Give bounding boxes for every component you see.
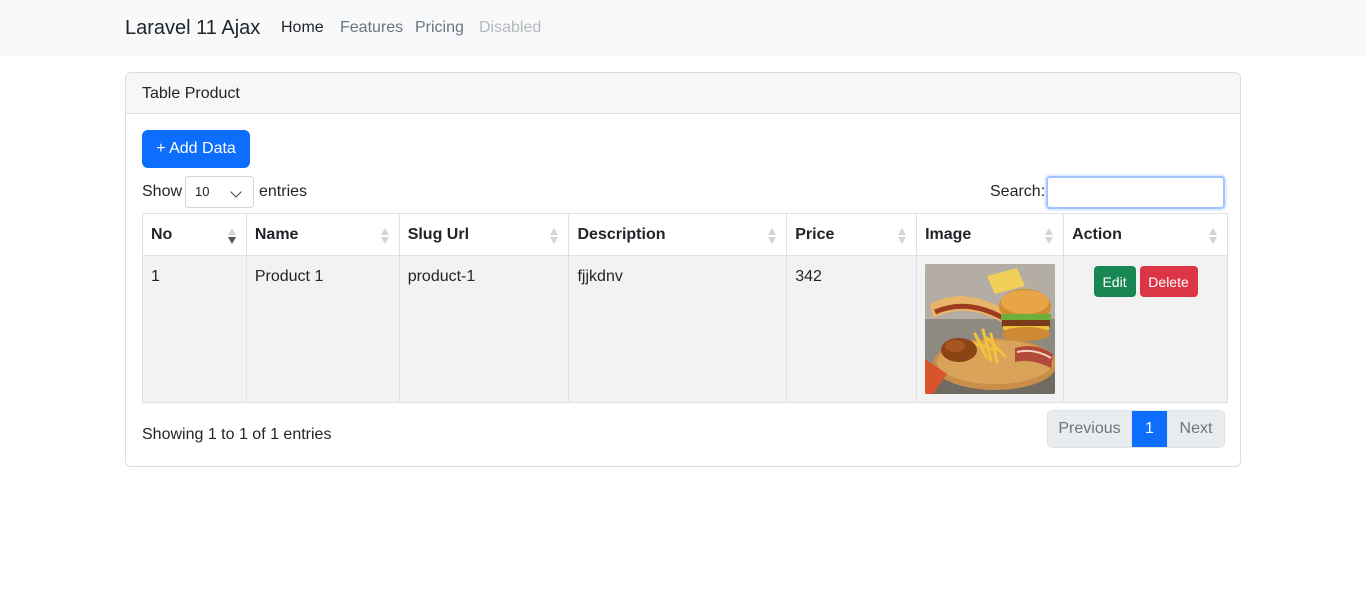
card-title: Table Product	[142, 85, 240, 102]
pagination-page-1[interactable]: 1	[1132, 411, 1167, 447]
column-header-action[interactable]: Action	[1063, 213, 1228, 256]
column-label: Name	[254, 226, 299, 243]
sort-icon	[898, 228, 907, 244]
edit-button[interactable]: Edit	[1093, 266, 1136, 297]
cell-price: 342	[786, 255, 918, 403]
sort-icon	[768, 228, 777, 244]
sort-desc-icon	[227, 228, 237, 244]
column-header-description[interactable]: Description	[568, 213, 788, 256]
column-label: Image	[925, 226, 972, 243]
chevron-down-icon	[230, 186, 242, 198]
pagination-previous[interactable]: Previous	[1048, 411, 1132, 447]
add-data-button[interactable]: + Add Data	[142, 130, 250, 168]
sort-icon	[550, 228, 559, 244]
show-label: Show	[142, 183, 183, 200]
page-length-value: 10	[195, 184, 210, 199]
product-table: No Name Slug Url Description Price Image…	[142, 213, 1228, 403]
table-header-row: No Name Slug Url Description Price Image…	[142, 213, 1228, 256]
column-header-no[interactable]: No	[142, 213, 247, 256]
row-actions: Edit Delete	[1072, 266, 1219, 297]
search-label: Search:	[990, 183, 1046, 200]
cell-action: Edit Delete	[1063, 255, 1228, 403]
sort-icon	[1209, 228, 1218, 244]
product-card: Table Product + Add Data Show 10 entries…	[125, 72, 1241, 467]
column-label: Description	[577, 226, 666, 243]
page-length-select[interactable]: 10	[185, 176, 254, 208]
nav-link-home[interactable]: Home	[281, 19, 324, 37]
nav-link-pricing[interactable]: Pricing	[415, 19, 464, 37]
cell-no: 1	[142, 255, 247, 403]
table-info: Showing 1 to 1 of 1 entries	[142, 426, 332, 443]
card-header: Table Product	[126, 73, 1240, 114]
entries-label: entries	[259, 183, 308, 200]
nav-link-disabled: Disabled	[479, 19, 542, 36]
pagination-next[interactable]: Next	[1167, 411, 1224, 447]
search-input[interactable]	[1046, 176, 1225, 209]
column-header-price[interactable]: Price	[786, 213, 918, 256]
table-row: 1 Product 1 product-1 fjjkdnv 342 Edit D…	[142, 255, 1228, 403]
column-header-image[interactable]: Image	[916, 213, 1065, 256]
column-header-slug[interactable]: Slug Url	[398, 213, 570, 256]
column-label: Slug Url	[407, 226, 470, 243]
cell-slug: product-1	[398, 255, 570, 403]
cell-description: fjjkdnv	[568, 255, 788, 403]
navbar-brand[interactable]: Laravel 11 Ajax	[125, 17, 260, 40]
column-label: Price	[795, 226, 835, 243]
nav-link-features[interactable]: Features	[340, 19, 403, 37]
cell-name: Product 1	[245, 255, 400, 403]
sort-icon	[1045, 228, 1054, 244]
product-image	[925, 264, 1056, 394]
delete-button[interactable]: Delete	[1139, 266, 1198, 297]
column-label: No	[151, 226, 173, 243]
sort-icon	[380, 228, 390, 244]
column-header-name[interactable]: Name	[245, 213, 400, 256]
cell-image	[916, 255, 1065, 403]
column-label: Action	[1072, 226, 1122, 243]
navbar: Laravel 11 Ajax Home Features Pricing Di…	[0, 0, 1365, 56]
pagination: Previous 1 Next	[1047, 410, 1225, 448]
